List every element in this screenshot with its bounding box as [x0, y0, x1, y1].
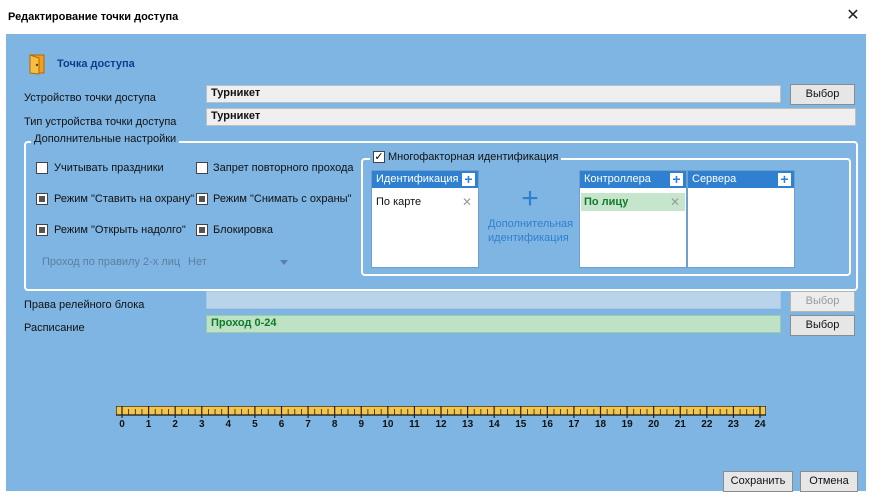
- device-field: Турникет: [206, 85, 781, 103]
- disarm-mode-label: Режим "Снимать с охраны": [213, 193, 352, 205]
- timeline-tick-label: 4: [225, 419, 232, 430]
- timeline-tick-label: 8: [331, 419, 338, 430]
- relay-select-button[interactable]: Выбор: [790, 291, 855, 312]
- list-item[interactable]: По лицу ✕: [581, 193, 685, 211]
- anti-passback-label: Запрет повторного прохода: [213, 162, 354, 174]
- relay-field: [206, 291, 781, 309]
- page-title: Точка доступа: [57, 58, 135, 70]
- add-identification-icon[interactable]: +: [461, 172, 476, 187]
- identification-list: Идентификация + По карте ✕: [371, 170, 479, 268]
- type-field: Турникет: [206, 108, 856, 126]
- save-button[interactable]: Сохранить: [723, 471, 793, 492]
- chevron-down-icon[interactable]: [280, 260, 288, 265]
- timeline-tick-label: 20: [648, 419, 660, 430]
- extra-settings-title: Дополнительные настройки: [31, 133, 180, 145]
- identification-header-label: Идентификация: [376, 173, 459, 185]
- holidays-checkbox[interactable]: [36, 162, 48, 174]
- window-title: Редактирование точки доступа: [8, 11, 179, 23]
- two-person-select[interactable]: Нет: [188, 256, 207, 268]
- timeline-tick-label: 1: [145, 419, 152, 430]
- cancel-button[interactable]: Отмена: [800, 471, 858, 492]
- timeline-tick-label: 18: [594, 419, 607, 430]
- schedule-select-button[interactable]: Выбор: [790, 315, 855, 336]
- open-long-checkbox[interactable]: [36, 224, 48, 236]
- timeline-tick-label: 13: [462, 419, 474, 430]
- remove-icon[interactable]: ✕: [670, 195, 680, 209]
- timeline-tick-label: 7: [305, 419, 311, 430]
- mfa-title: Многофакторная идентификация: [370, 151, 562, 163]
- holidays-label: Учитывать праздники: [54, 162, 164, 174]
- timeline-tick-label: 21: [674, 419, 686, 430]
- timeline-tick-label: 17: [568, 419, 580, 430]
- disarm-mode-checkbox[interactable]: [196, 193, 208, 205]
- close-icon[interactable]: ✕: [842, 5, 864, 27]
- timeline-tick-label: 24: [754, 419, 766, 430]
- timeline-tick-label: 3: [198, 419, 205, 430]
- add-server-icon[interactable]: +: [777, 172, 792, 187]
- remove-icon[interactable]: ✕: [462, 195, 472, 209]
- timeline-tick-label: 6: [278, 419, 285, 430]
- arm-mode-checkbox[interactable]: [36, 193, 48, 205]
- timeline-tick-label: 14: [488, 419, 500, 430]
- block-checkbox[interactable]: [196, 224, 208, 236]
- title-bar: Редактирование точки доступа ✕: [0, 0, 872, 34]
- anti-passback-checkbox[interactable]: [196, 162, 208, 174]
- mfa-checkbox[interactable]: ✓: [373, 151, 385, 163]
- timeline-tick-label: 23: [727, 419, 739, 430]
- list-item-label: По лицу: [584, 196, 629, 208]
- servers-header-label: Сервера: [692, 173, 737, 185]
- controllers-header-label: Контроллера: [584, 173, 651, 185]
- list-item-label: По карте: [376, 196, 422, 208]
- additional-label-line2[interactable]: идентификация: [488, 232, 569, 244]
- relay-label: Права релейного блока: [24, 299, 145, 311]
- timeline-tick-label: 16: [541, 419, 553, 430]
- controllers-list: Контроллера + По лицу ✕: [579, 170, 687, 268]
- timeline-tick-label: 2: [172, 419, 178, 430]
- dialog-body: Точка доступа Устройство точки доступа Т…: [6, 34, 866, 492]
- type-label: Тип устройства точки доступа: [24, 116, 177, 128]
- timeline-tick-label: 22: [701, 419, 713, 430]
- timeline-tick-label: 9: [358, 419, 365, 430]
- device-select-button[interactable]: Выбор: [790, 84, 855, 105]
- block-label: Блокировка: [213, 224, 273, 236]
- timeline-tick-label: 11: [409, 419, 420, 430]
- door-icon: [29, 54, 45, 75]
- timeline-tick-label: 12: [435, 419, 447, 430]
- two-person-label: Проход по правилу 2-х лиц: [42, 256, 181, 268]
- arm-mode-label: Режим "Ставить на охрану": [54, 193, 195, 205]
- timeline-tick-label: 19: [621, 419, 633, 430]
- list-item[interactable]: По карте ✕: [373, 193, 477, 211]
- add-controller-icon[interactable]: +: [669, 172, 684, 187]
- timeline-tick-label: 10: [382, 419, 394, 430]
- servers-list: Сервера +: [687, 170, 795, 268]
- open-long-label: Режим "Открыть надолго": [54, 224, 186, 236]
- schedule-field: Проход 0-24: [206, 315, 781, 333]
- timeline-tick-label: 5: [252, 419, 258, 430]
- add-additional-identification-icon[interactable]: +: [515, 184, 545, 214]
- timeline-tick-label: 0: [119, 419, 125, 430]
- additional-label-line1[interactable]: Дополнительная: [488, 218, 573, 230]
- timeline-labels: 0 1 2 3 4 5 6 7 8 9 10 11 12 13 14 15 16 17 18 19 20 21 22 23 24: [116, 419, 766, 431]
- device-label: Устройство точки доступа: [24, 92, 156, 104]
- timeline-tick-label: 15: [515, 419, 527, 430]
- schedule-label: Расписание: [24, 322, 85, 334]
